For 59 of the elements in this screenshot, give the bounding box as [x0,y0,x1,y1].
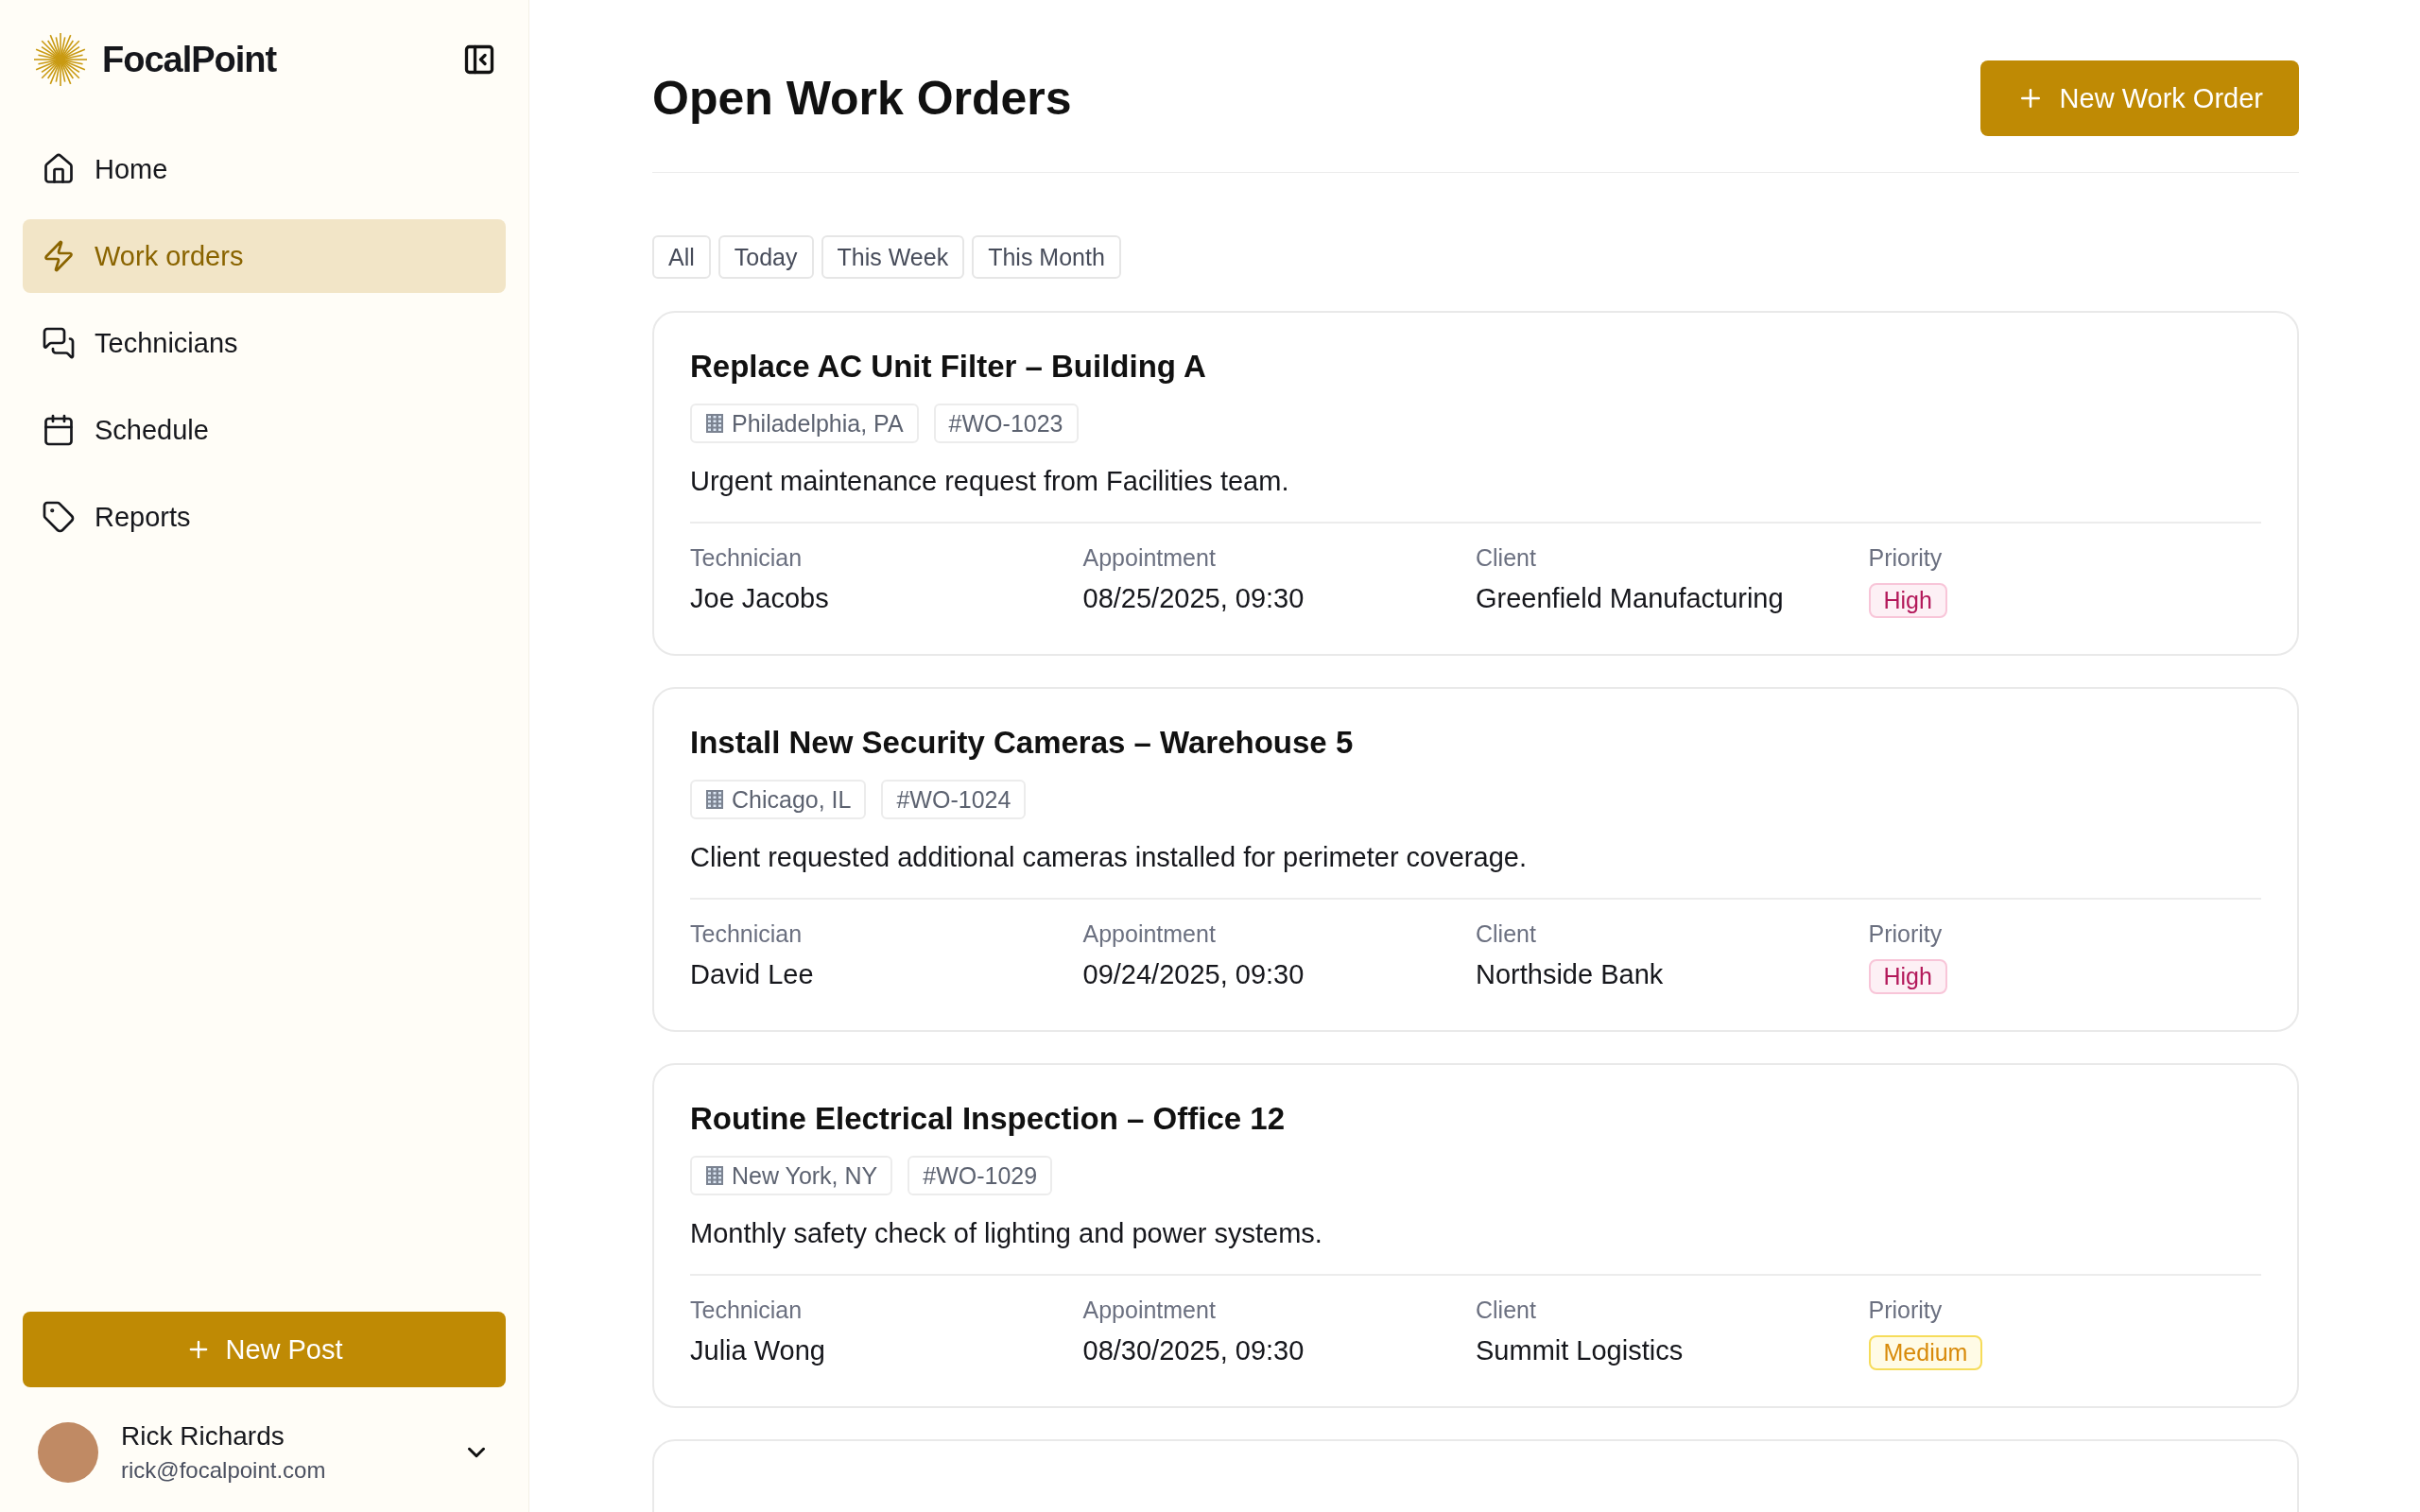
field-value: 08/25/2025, 09:30 [1082,583,1305,614]
user-name: Rick Richards [121,1421,285,1452]
building-icon [705,1165,724,1186]
work-order-title: Replace AC Unit Filter – Building A [690,349,1207,385]
field-label: Client [1476,544,1537,572]
user-email: rick@focalpoint.com [121,1457,327,1484]
field-value: 08/30/2025, 09:30 [1082,1335,1305,1366]
field-label: Appointment [1082,920,1217,948]
work-order-id-tag: #WO-1024 [881,780,1027,819]
field-value: 09/24/2025, 09:30 [1082,959,1305,990]
field-value: Greenfield Manufacturing [1476,583,1785,614]
field-label: Appointment [1082,544,1217,572]
home-icon [42,152,76,186]
location-text: Philadelphia, PA [732,409,904,438]
priority-badge: High [1868,583,1947,618]
work-order-title: Install New Security Cameras – Warehouse 5 [690,725,1355,761]
work-order-id-tag: #WO-1029 [908,1156,1053,1195]
nav-item[interactable]: Technicians [23,306,506,380]
filter-chip[interactable]: Today [717,235,814,279]
field-label: Client [1476,1297,1537,1324]
page-title: Open Work Orders [652,71,1072,126]
nav-item[interactable]: Reports [23,480,506,554]
work-order-description: Client requested additional cameras installed for perimeter coverage. [690,842,2261,900]
work-order-description: Urgent maintenance request from Facilities team. [690,466,2261,524]
brand-name: FocalPoint [102,39,277,80]
work-order-title: Routine Electrical Inspection – Office 12 [690,1101,1286,1137]
field-value: Northside Bank [1476,959,1665,990]
field-value: Joe Jacobs [690,583,830,614]
building-icon [705,413,724,434]
field-label: Priority [1868,1297,1944,1324]
field-label: Priority [1868,920,1944,948]
field-value: Julia Wong [690,1335,826,1366]
filter-chip[interactable]: This Month [972,235,1121,279]
nav-item[interactable]: Home [23,132,506,206]
collapse-sidebar-button[interactable] [462,43,496,77]
field-label: Technician [690,544,804,572]
work-order-description: Monthly safety check of lighting and power systems. [690,1218,2261,1276]
field-label: Priority [1868,544,1944,572]
nav-item[interactable]: Schedule [23,393,506,467]
field-label: Client [1476,920,1537,948]
sunburst-logo-icon [32,31,89,88]
work-order-id-tag: #WO-1023 [933,404,1079,443]
calendar-icon [42,413,76,447]
field-value: David Lee [690,959,815,990]
filter-chip[interactable]: All [652,235,711,279]
priority-badge: Medium [1868,1335,1983,1370]
building-icon [705,789,724,810]
lightning-icon [42,239,76,273]
nav-item[interactable]: Work orders [23,219,506,293]
filter-chip[interactable]: This Week [821,235,965,279]
location-text: Chicago, IL [732,785,852,814]
tag-icon [42,500,76,534]
field-label: Technician [690,920,804,948]
field-label: Appointment [1082,1297,1217,1324]
field-label: Technician [690,1297,804,1324]
field-value: Summit Logistics [1476,1335,1685,1366]
location-text: New York, NY [732,1161,878,1190]
chat-bubbles-icon [42,326,76,360]
priority-badge: High [1868,959,1947,994]
